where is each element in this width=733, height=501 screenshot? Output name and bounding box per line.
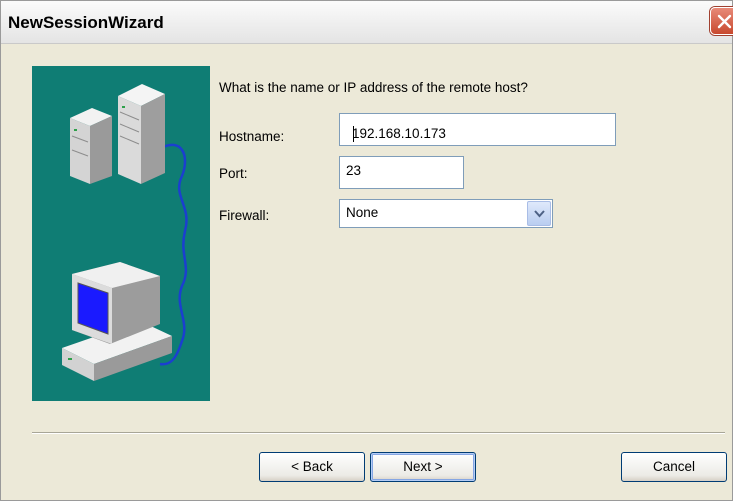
- firewall-dropdown-button[interactable]: [527, 201, 551, 226]
- port-label: Port:: [219, 166, 248, 181]
- firewall-value: None: [346, 205, 379, 220]
- window-title: NewSessionWizard: [8, 13, 164, 32]
- firewall-select[interactable]: None: [339, 199, 553, 228]
- chevron-down-icon: [534, 210, 545, 218]
- hostname-field[interactable]: 192.168.10.173: [339, 113, 616, 146]
- wizard-illustration: [32, 66, 210, 401]
- question-text: What is the name or IP address of the re…: [219, 80, 528, 95]
- wizard-window: NewSessionWizard What is the name or IP …: [0, 0, 733, 501]
- network-cable-icon: [158, 143, 188, 366]
- server-towers-icon: [70, 84, 165, 184]
- close-icon: [717, 14, 732, 29]
- close-button[interactable]: [710, 7, 733, 35]
- port-value: 23: [346, 163, 362, 178]
- button-separator: [32, 432, 725, 434]
- firewall-label: Firewall:: [219, 208, 270, 223]
- cancel-button[interactable]: Cancel: [621, 452, 727, 482]
- title-bar[interactable]: NewSessionWizard: [1, 1, 733, 44]
- next-button[interactable]: Next >: [370, 452, 476, 482]
- desktop-computer-icon: [62, 262, 172, 381]
- port-field[interactable]: 23: [339, 156, 464, 189]
- hostname-label: Hostname:: [219, 129, 285, 144]
- back-button[interactable]: < Back: [259, 452, 365, 482]
- text-caret: [353, 126, 354, 142]
- hostname-value: 192.168.10.173: [352, 126, 446, 141]
